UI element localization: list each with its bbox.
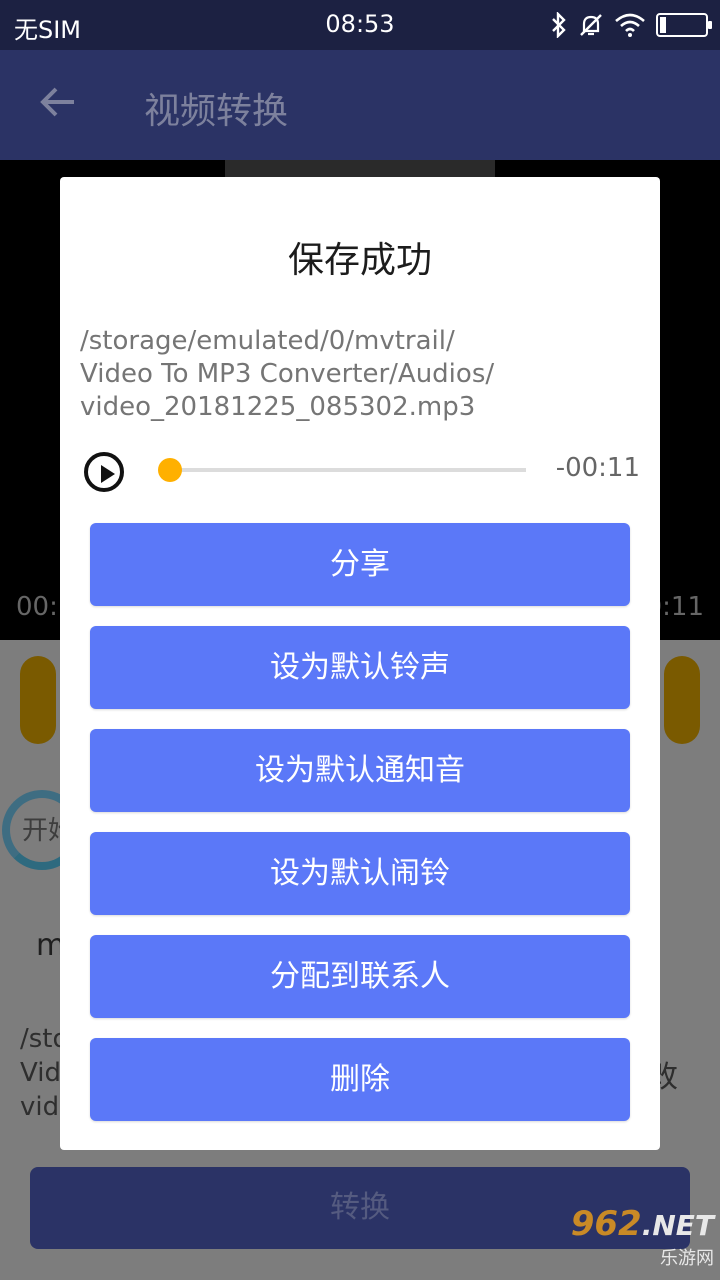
path-line: Video To MP3 Converter/Audios/ xyxy=(80,359,495,389)
save-success-dialog: 保存成功 /storage/emulated/0/mvtrail/ Video … xyxy=(60,177,660,1150)
trim-handle-right[interactable] xyxy=(664,656,700,744)
set-notification-button[interactable]: 设为默认通知音 xyxy=(90,729,630,812)
status-icons xyxy=(550,10,712,40)
watermark-logo: 962.NET 乐游网 xyxy=(571,1204,714,1270)
video-current-time: 00: xyxy=(16,592,58,622)
play-icon[interactable] xyxy=(84,452,124,492)
seek-thumb[interactable] xyxy=(158,458,182,482)
wifi-icon xyxy=(615,13,645,37)
audio-player: -00:11 xyxy=(80,447,640,497)
bluetooth-icon xyxy=(552,12,566,38)
status-bar: 无SIM 08:53 xyxy=(0,0,720,50)
path-line: video_20181225_085302.mp3 xyxy=(80,392,476,422)
watermark-subtitle: 乐游网 xyxy=(660,1248,714,1269)
page-title: 视频转换 xyxy=(144,91,289,132)
assign-contact-button[interactable]: 分配到联系人 xyxy=(90,935,630,1018)
seek-bar[interactable] xyxy=(160,468,526,472)
back-arrow-icon[interactable] xyxy=(36,80,80,124)
share-button[interactable]: 分享 xyxy=(90,523,630,606)
watermark-brand: 962 xyxy=(570,1204,642,1244)
battery-icon xyxy=(656,13,712,37)
saved-file-path: /storage/emulated/0/mvtrail/ Video To MP… xyxy=(80,325,640,424)
trim-handle-left[interactable] xyxy=(20,656,56,744)
delete-button[interactable]: 删除 xyxy=(90,1038,630,1121)
app-bar: 视频转换 xyxy=(0,50,720,160)
dialog-title: 保存成功 xyxy=(287,240,432,281)
watermark-domain: .NET xyxy=(641,1209,714,1242)
path-line: /storage/emulated/0/mvtrail/ xyxy=(80,326,455,356)
remaining-time: -00:11 xyxy=(555,453,640,483)
set-ringtone-button[interactable]: 设为默认铃声 xyxy=(90,626,630,709)
mute-bell-icon xyxy=(580,14,602,36)
set-alarm-button[interactable]: 设为默认闹铃 xyxy=(90,832,630,915)
